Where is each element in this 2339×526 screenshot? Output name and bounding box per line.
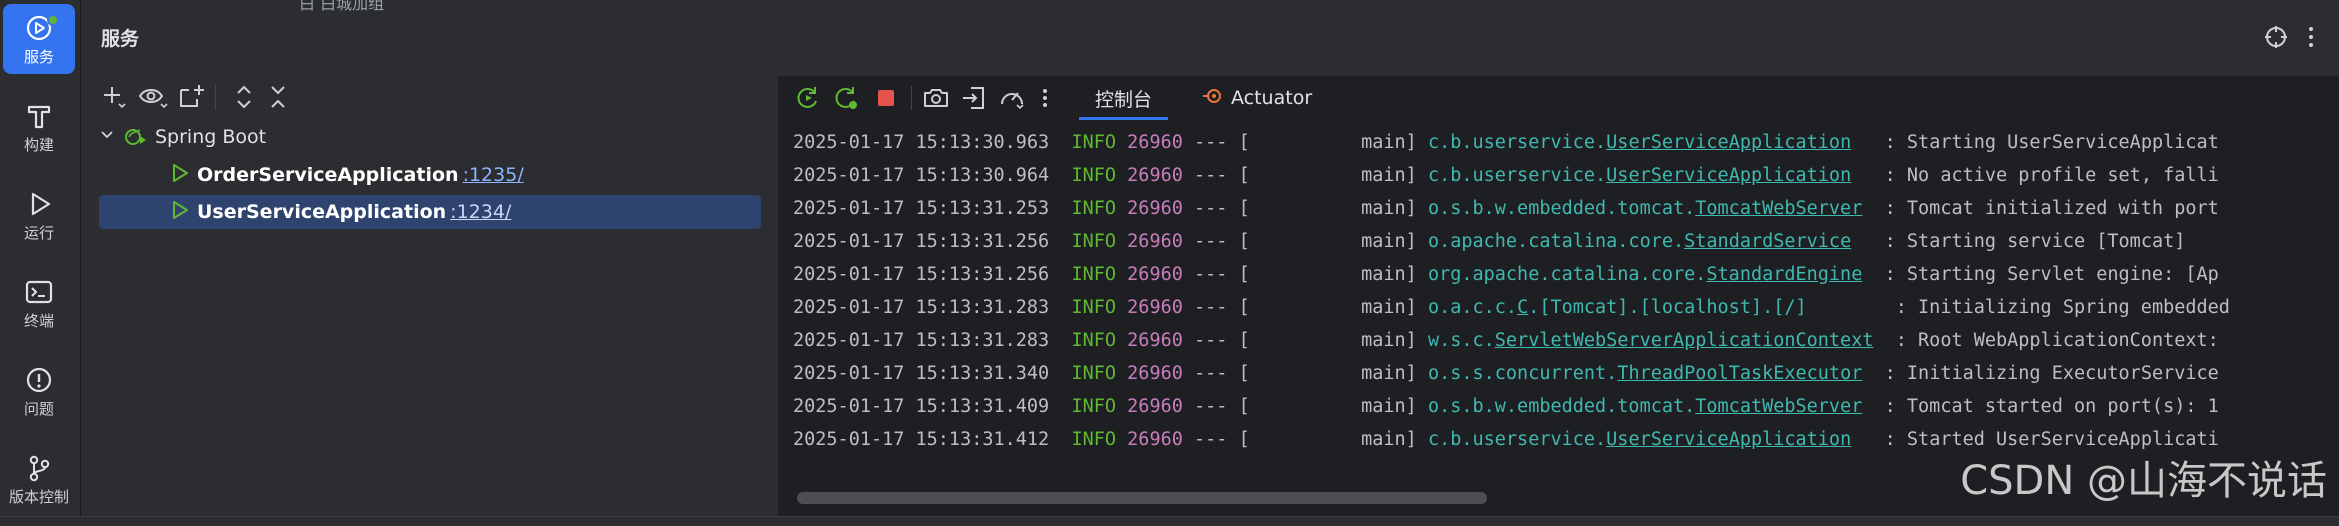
log-line: 2025-01-17 15:13:31.283 INFO 26960 --- [… <box>793 297 2230 318</box>
tab-console[interactable]: 控制台 <box>1079 76 1169 120</box>
toolbar-separator <box>911 86 912 110</box>
activity-label-services: 服务 <box>23 48 54 66</box>
actuator-icon <box>1201 85 1223 112</box>
console-toolbar: 控制台 Actuator <box>779 76 2339 120</box>
terminal-icon <box>24 277 54 307</box>
activity-bar: 服务 构建 运行 终端 问题 版本控制 <box>0 0 81 526</box>
console-log-area[interactable]: 2025-01-17 15:13:30.963 INFO 26960 --- [… <box>779 126 2339 496</box>
run-icon <box>24 189 54 219</box>
spring-boot-icon <box>123 124 155 151</box>
user-service-name: UserServiceApplication <box>197 201 447 223</box>
tree-node-order-service[interactable]: OrderServiceApplication :1235/ <box>99 158 761 192</box>
more-options-icon[interactable] <box>2305 24 2317 54</box>
log-line: 2025-01-17 15:13:31.253 INFO 26960 --- [… <box>793 198 2219 219</box>
activity-item-terminal[interactable]: 终端 <box>3 268 75 338</box>
log-line: 2025-01-17 15:13:30.964 INFO 26960 --- [… <box>793 165 2219 186</box>
collapse-all-icon[interactable] <box>263 82 293 116</box>
ide-window: 服务 构建 运行 终端 问题 版本控制 白 白城加组 服务 Spring Boo… <box>0 0 2339 526</box>
activity-item-problems[interactable]: 问题 <box>3 356 75 426</box>
expand-all-icon[interactable] <box>229 82 259 116</box>
vcs-branch-icon <box>24 453 54 483</box>
activity-label-run: 运行 <box>23 224 54 242</box>
add-service-icon[interactable] <box>99 82 129 116</box>
running-icon <box>99 200 197 225</box>
log-line: 2025-01-17 15:13:31.409 INFO 26960 --- [… <box>793 396 2219 417</box>
log-line: 2025-01-17 15:13:31.256 INFO 26960 --- [… <box>793 231 2186 252</box>
new-group-icon[interactable] <box>177 82 207 116</box>
activity-item-vcs[interactable]: 版本控制 <box>3 444 75 514</box>
top-fragment-text: 白 白城加组 <box>299 0 385 13</box>
show-icon[interactable] <box>137 82 169 116</box>
order-service-port-link[interactable]: :1235/ <box>463 164 524 186</box>
build-hammer-icon <box>24 101 54 131</box>
tab-actuator[interactable]: Actuator <box>1191 76 1322 120</box>
chevron-down-icon[interactable] <box>99 126 123 148</box>
user-service-port-link[interactable]: :1234/ <box>450 201 511 223</box>
activity-item-services[interactable]: 服务 <box>3 4 75 74</box>
activity-label-terminal: 终端 <box>23 312 54 330</box>
exit-icon[interactable] <box>959 83 989 117</box>
horizontal-scrollbar[interactable] <box>797 492 1487 504</box>
tab-actuator-label: Actuator <box>1231 87 1313 109</box>
tool-window-title: 服务 <box>101 28 140 50</box>
camera-icon[interactable] <box>921 83 951 117</box>
activity-label-problems: 问题 <box>23 400 54 418</box>
rerun-icon[interactable] <box>793 83 823 117</box>
gauge-icon[interactable] <box>997 83 1027 117</box>
watermark: CSDN @山海不说话 <box>1960 458 2327 504</box>
activity-item-build[interactable]: 构建 <box>3 92 75 162</box>
activity-label-vcs: 版本控制 <box>8 488 69 506</box>
more-options-icon[interactable] <box>1039 83 1051 117</box>
stop-icon[interactable] <box>871 83 901 117</box>
tree-node-user-service[interactable]: UserServiceApplication :1234/ <box>99 195 761 229</box>
activity-label-build: 构建 <box>23 136 54 154</box>
status-bar <box>0 516 2339 526</box>
problems-icon <box>24 365 54 395</box>
services-status-dot <box>47 14 59 26</box>
rerun-failed-icon[interactable] <box>831 83 861 117</box>
order-service-name: OrderServiceApplication <box>197 164 459 186</box>
run-icon <box>99 163 197 188</box>
tool-window-header: 白 白城加组 服务 <box>81 0 2339 76</box>
log-line: 2025-01-17 15:13:31.283 INFO 26960 --- [… <box>793 330 2230 351</box>
tab-console-label: 控制台 <box>1095 88 1153 111</box>
log-line: 2025-01-17 15:13:31.256 INFO 26960 --- [… <box>793 264 2219 285</box>
log-line: 2025-01-17 15:13:31.340 INFO 26960 --- [… <box>793 363 2219 384</box>
activity-item-run[interactable]: 运行 <box>3 180 75 250</box>
spring-boot-label: Spring Boot <box>155 126 267 148</box>
tree-toolbar <box>81 76 778 116</box>
toolbar-separator <box>215 84 216 110</box>
log-line: 2025-01-17 15:13:30.963 INFO 26960 --- [… <box>793 132 2219 153</box>
services-tree-panel: Spring Boot OrderServiceApplication :123… <box>81 76 779 516</box>
crosshair-icon[interactable] <box>2263 24 2289 54</box>
tree-node-spring-boot[interactable]: Spring Boot <box>99 120 761 154</box>
